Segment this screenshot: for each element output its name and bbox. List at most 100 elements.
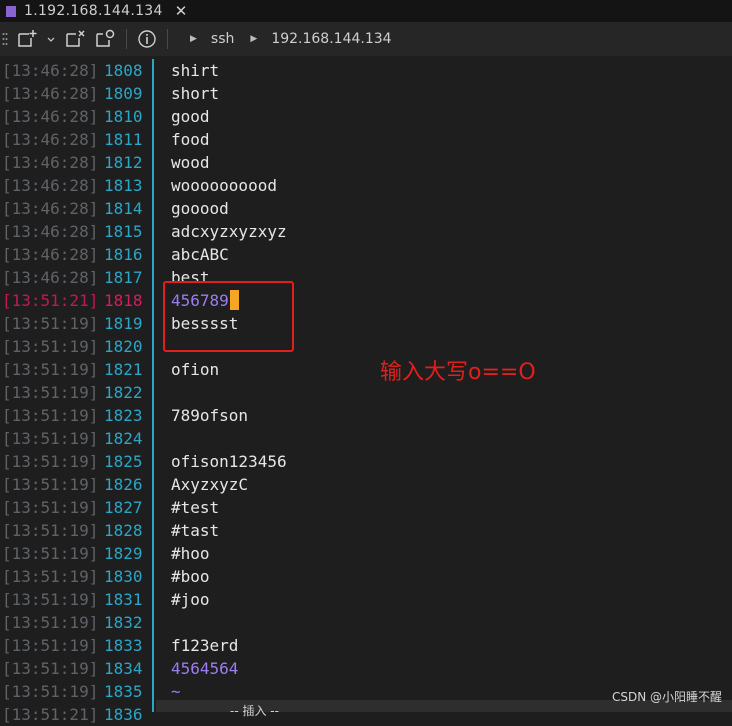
- line-timestamp: [13:51:21]: [2, 291, 99, 310]
- line-text: short: [171, 82, 219, 105]
- line-number: 1811: [104, 130, 143, 149]
- terminal-line: [13:46:28] 1814 gooood: [0, 197, 732, 220]
- line-number: 1831: [104, 590, 143, 609]
- line-content: woooooooood: [171, 176, 277, 195]
- line-text: adcxyzxyzxyz: [171, 220, 287, 243]
- tab-bar: 1.192.168.144.134 ✕: [0, 0, 732, 22]
- line-timestamp: [13:46:28]: [2, 222, 99, 241]
- terminal-line: [13:46:28] 1816 abcABC: [0, 243, 732, 266]
- line-text: good: [171, 105, 210, 128]
- terminal-line: [13:51:19] 1833 f123erd: [0, 634, 732, 657]
- triangle-right-icon: ▶: [250, 34, 258, 44]
- line-number: 1830: [104, 567, 143, 586]
- line-content: abcABC: [171, 245, 229, 264]
- line-number: 1836: [104, 705, 143, 724]
- close-icon[interactable]: ✕: [175, 2, 188, 20]
- terminal-line: [13:51:19] 1819 besssst: [0, 312, 732, 335]
- line-content: #joo: [171, 590, 210, 609]
- terminal-line: [13:51:21] 1818 456789: [0, 289, 732, 312]
- line-timestamp: [13:51:19]: [2, 360, 99, 379]
- line-timestamp: [13:51:19]: [2, 429, 99, 448]
- line-number: 1817: [104, 268, 143, 287]
- line-text: f123erd: [171, 634, 238, 657]
- toolbar: ▶ ssh ▶ 192.168.144.134: [0, 22, 732, 56]
- new-tab-icon[interactable]: [12, 22, 42, 56]
- line-timestamp: [13:51:19]: [2, 613, 99, 632]
- line-text: #test: [171, 496, 219, 519]
- terminal-line: [13:51:19] 1826 AxyzxyzC: [0, 473, 732, 496]
- tab-color-marker: [6, 5, 16, 17]
- line-number: 1815: [104, 222, 143, 241]
- terminal-line: [13:51:19] 1831 #joo: [0, 588, 732, 611]
- line-number: 1826: [104, 475, 143, 494]
- line-content: ofion: [171, 360, 220, 379]
- tab-title: 1.192.168.144.134: [24, 3, 163, 19]
- terminal-output[interactable]: [13:46:28] 1808 shirt [13:46:28] 1809 short [1…: [0, 59, 732, 724]
- terminal-line: [13:51:19] 1830 #boo: [0, 565, 732, 588]
- line-number: 1832: [104, 613, 143, 632]
- terminal-line: [13:51:19] 1824: [0, 427, 732, 450]
- terminal-line: [13:51:19] 1825 ofison123456: [0, 450, 732, 473]
- line-number: 1810: [104, 107, 143, 126]
- line-number: 1813: [104, 176, 143, 195]
- line-text: gooood: [171, 197, 229, 220]
- line-content: good: [171, 107, 210, 126]
- reconnect-icon[interactable]: [90, 22, 120, 56]
- watermark: CSDN @小阳睡不醒: [611, 690, 722, 704]
- line-content: short: [171, 84, 220, 103]
- highlight-box: [163, 281, 294, 352]
- line-text: abcABC: [171, 243, 229, 266]
- line-number: 1825: [104, 452, 143, 471]
- line-text: #hoo: [171, 542, 210, 565]
- terminal-line: [13:46:28] 1808 shirt: [0, 59, 732, 82]
- breadcrumb-host[interactable]: 192.168.144.134: [271, 31, 391, 47]
- line-timestamp: [13:46:28]: [2, 199, 99, 218]
- line-text: 4564564: [171, 657, 238, 680]
- line-timestamp: [13:51:19]: [2, 475, 99, 494]
- line-number: 1818: [104, 291, 143, 310]
- terminal-line: [13:51:19] 1829 #hoo: [0, 542, 732, 565]
- line-timestamp: [13:51:19]: [2, 314, 99, 333]
- line-number: 1820: [104, 337, 143, 356]
- line-content: shirt: [171, 61, 220, 80]
- terminal-line: [13:51:19] 1827 #test: [0, 496, 732, 519]
- line-text: shirt: [171, 59, 219, 82]
- line-number: 1816: [104, 245, 143, 264]
- line-timestamp: [13:46:28]: [2, 61, 99, 80]
- terminal-line: [13:51:19] 1828 #tast: [0, 519, 732, 542]
- line-timestamp: [13:51:19]: [2, 682, 99, 701]
- line-timestamp: [13:51:19]: [2, 406, 99, 425]
- close-session-icon[interactable]: [60, 22, 90, 56]
- line-timestamp: [13:51:19]: [2, 567, 99, 586]
- line-timestamp: [13:51:21]: [2, 705, 99, 724]
- line-text: #tast: [171, 519, 219, 542]
- toolbar-divider: [126, 29, 127, 49]
- line-timestamp: [13:46:28]: [2, 153, 99, 172]
- line-timestamp: [13:51:19]: [2, 452, 99, 471]
- info-icon[interactable]: [133, 22, 161, 56]
- terminal-line: [13:46:28] 1811 food: [0, 128, 732, 151]
- line-text: 789ofson: [171, 404, 248, 427]
- terminal-line: [13:46:28] 1813 woooooooood: [0, 174, 732, 197]
- line-number: 1834: [104, 659, 143, 678]
- drag-handle-icon[interactable]: [0, 22, 12, 56]
- session-tab[interactable]: 1.192.168.144.134 ✕: [0, 0, 187, 22]
- vim-mode-indicator: -- 插入 --: [230, 704, 279, 718]
- line-timestamp: [13:51:19]: [2, 521, 99, 540]
- terminal-line: [13:46:28] 1815 adcxyzxyzxyz: [0, 220, 732, 243]
- line-timestamp: [13:46:28]: [2, 268, 99, 287]
- line-number: 1821: [104, 360, 143, 379]
- line-timestamp: [13:51:19]: [2, 590, 99, 609]
- line-content: 789ofson: [171, 406, 249, 425]
- line-content: wood: [171, 153, 210, 172]
- line-content: AxyzxyzC: [171, 475, 249, 494]
- line-number: 1812: [104, 153, 143, 172]
- triangle-right-icon: ▶: [190, 34, 197, 44]
- line-timestamp: [13:46:28]: [2, 107, 99, 126]
- terminal-line: [13:51:19] 1822: [0, 381, 732, 404]
- breadcrumb-protocol[interactable]: ssh: [211, 31, 234, 47]
- line-timestamp: [13:46:28]: [2, 84, 99, 103]
- terminal-line: [13:51:19] 1821 ofion: [0, 358, 732, 381]
- line-number: 1827: [104, 498, 143, 517]
- chevron-down-icon[interactable]: [42, 22, 60, 56]
